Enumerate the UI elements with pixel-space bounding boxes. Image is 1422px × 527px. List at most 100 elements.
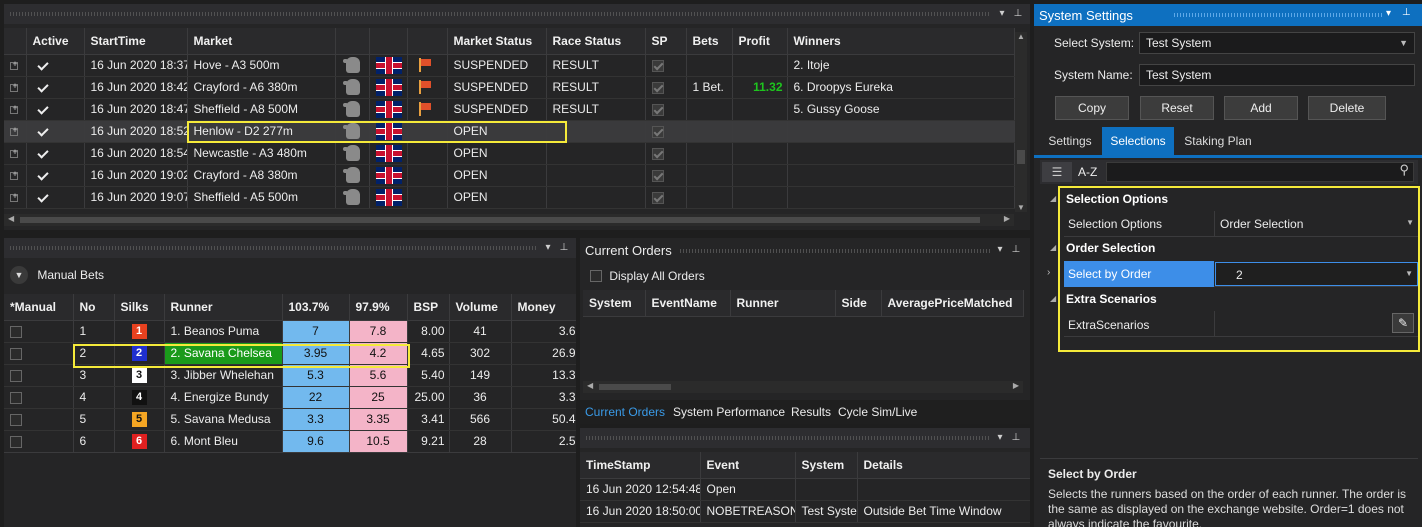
check-icon[interactable]: [37, 148, 49, 160]
runner-row[interactable]: 4 4 4. Energize Bundy 22 25 25.00 36 3.3: [4, 386, 576, 409]
market-row[interactable]: 16 Jun 2020 18:52Henlow - D2 277m OPEN: [4, 120, 1015, 143]
col-money[interactable]: Money: [511, 294, 576, 321]
manual-check[interactable]: [10, 435, 22, 448]
pin-icon[interactable]: ⊥: [1010, 243, 1022, 257]
market-name[interactable]: Newcastle - A3 480m: [187, 142, 336, 165]
system-name-input[interactable]: Test System: [1139, 64, 1415, 86]
lay-price[interactable]: 7.8: [349, 320, 408, 343]
col-profit[interactable]: Profit: [732, 28, 788, 55]
active-checkbox[interactable]: [26, 54, 85, 77]
col-market-status[interactable]: Market Status: [447, 28, 547, 55]
check-icon[interactable]: [37, 126, 49, 138]
col-event[interactable]: Event: [700, 452, 796, 479]
col-volume[interactable]: Volume: [449, 294, 512, 321]
lay-price[interactable]: 25: [349, 386, 408, 409]
manual-bets-toggle[interactable]: ▼ Manual Bets: [10, 266, 104, 286]
chevron-down-icon[interactable]: ▼: [1406, 218, 1414, 227]
sp-check-icon[interactable]: [651, 169, 664, 182]
runner-row[interactable]: 3 3 3. Jibber Whelehan 5.3 5.6 5.40 149 13.3: [4, 364, 576, 387]
market-name[interactable]: Sheffield - A5 500m: [187, 186, 336, 209]
active-checkbox[interactable]: [26, 76, 85, 99]
log-row[interactable]: 16 Jun 2020 12:54:48 Open: [580, 478, 1030, 501]
prop-row-selection-options[interactable]: Selection Options Order Selection ▼: [1064, 211, 1418, 237]
manual-check[interactable]: [10, 369, 22, 382]
col-back-book[interactable]: 103.7%: [282, 294, 350, 321]
manual-checkbox[interactable]: [4, 364, 74, 387]
lay-price[interactable]: 10.5: [349, 430, 408, 453]
markets-hscroll[interactable]: ◀ ▶: [4, 214, 1014, 226]
back-price[interactable]: 22: [282, 386, 350, 409]
sp-checkbox[interactable]: [645, 164, 687, 187]
col-market[interactable]: Market: [187, 28, 336, 55]
col-bsp[interactable]: BSP: [407, 294, 450, 321]
market-row[interactable]: 16 Jun 2020 18:42Crayford - A6 380m SUSPE…: [4, 76, 1015, 99]
check-icon[interactable]: [37, 60, 49, 72]
col-sp[interactable]: SP: [645, 28, 687, 55]
expand-toggle[interactable]: [4, 164, 27, 187]
sp-check-icon[interactable]: [651, 125, 664, 138]
runner-row[interactable]: 6 6 6. Mont Bleu 9.6 10.5 9.21 28 2.5: [4, 430, 576, 453]
back-price[interactable]: 7: [282, 320, 350, 343]
add-button[interactable]: Add: [1224, 96, 1298, 120]
lay-price[interactable]: 3.35: [349, 408, 408, 431]
manual-checkbox[interactable]: [4, 342, 74, 365]
expand-icon[interactable]: [10, 81, 19, 92]
market-row[interactable]: 16 Jun 2020 18:47Sheffield - A8 500M SUSP…: [4, 98, 1015, 121]
col-system[interactable]: System: [795, 452, 858, 479]
dropdown-icon[interactable]: ▾: [996, 7, 1008, 21]
tab-selections[interactable]: Selections: [1102, 127, 1174, 155]
prop-row-extra-scenarios[interactable]: ExtraScenarios ✎: [1064, 311, 1418, 337]
dropdown-icon[interactable]: ▾: [994, 431, 1006, 445]
sp-checkbox[interactable]: [645, 76, 687, 99]
check-icon[interactable]: [37, 192, 49, 204]
manual-checkbox[interactable]: [4, 320, 74, 343]
col-starttime[interactable]: StartTime: [84, 28, 188, 55]
sp-checkbox[interactable]: [645, 120, 687, 143]
sp-check-icon[interactable]: [651, 147, 664, 160]
expand-icon[interactable]: [10, 103, 19, 114]
col-lay-book[interactable]: 97.9%: [349, 294, 408, 321]
market-name[interactable]: Sheffield - A8 500M: [187, 98, 336, 121]
orders-hscroll[interactable]: ◀ ▶: [583, 381, 1023, 393]
lay-price[interactable]: 4.2: [349, 342, 408, 365]
display-all-orders[interactable]: Display All Orders: [590, 268, 705, 283]
tab-current-orders[interactable]: Current Orders: [585, 405, 665, 419]
tab-cycle-sim-live[interactable]: Cycle Sim/Live: [838, 405, 917, 419]
col-details[interactable]: Details: [857, 452, 1030, 479]
back-price[interactable]: 9.6: [282, 430, 350, 453]
log-row[interactable]: 16 Jun 2020 18:50:00NOBETREASONSTest Sys…: [580, 500, 1030, 523]
edit-icon[interactable]: ✎: [1392, 313, 1414, 333]
pin-icon[interactable]: ⊥: [1012, 7, 1024, 21]
chevron-down-icon[interactable]: ▼: [10, 266, 28, 284]
active-checkbox[interactable]: [26, 186, 85, 209]
runner-name[interactable]: 5. Savana Medusa: [164, 408, 283, 431]
manual-check[interactable]: [10, 347, 22, 360]
market-name[interactable]: Crayford - A8 380m: [187, 164, 336, 187]
market-name[interactable]: Hove - A3 500m: [187, 54, 336, 77]
expand-toggle[interactable]: [4, 142, 27, 165]
col-side[interactable]: Side: [835, 290, 882, 317]
expand-toggle[interactable]: [4, 98, 27, 121]
pin-icon[interactable]: ⊥: [1402, 7, 1411, 18]
col-manual[interactable]: *Manual: [4, 294, 74, 321]
check-icon[interactable]: [37, 104, 49, 116]
col-runner[interactable]: Runner: [164, 294, 283, 321]
market-name[interactable]: Henlow - D2 277m: [187, 120, 336, 143]
collapse-icon[interactable]: ◢: [1050, 243, 1056, 252]
col-runner[interactable]: Runner: [730, 290, 836, 317]
col-active[interactable]: Active: [26, 28, 85, 55]
expand-toggle[interactable]: [4, 120, 27, 143]
col-winners[interactable]: Winners: [787, 28, 1015, 55]
col-silks[interactable]: Silks: [114, 294, 165, 321]
market-row[interactable]: 16 Jun 2020 18:37Hove - A3 500m SUSPENDED…: [4, 54, 1015, 77]
delete-button[interactable]: Delete: [1308, 96, 1386, 120]
active-checkbox[interactable]: [26, 98, 85, 121]
sp-check-icon[interactable]: [651, 81, 664, 94]
lay-price[interactable]: 5.6: [349, 364, 408, 387]
sp-checkbox[interactable]: [645, 186, 687, 209]
tab-results[interactable]: Results: [791, 405, 831, 419]
market-row[interactable]: 16 Jun 2020 18:54Newcastle - A3 480m OPEN: [4, 142, 1015, 165]
select-system-dropdown[interactable]: Test System ▼: [1139, 32, 1415, 54]
collapse-icon[interactable]: ◢: [1050, 294, 1056, 303]
expand-toggle[interactable]: [4, 54, 27, 77]
